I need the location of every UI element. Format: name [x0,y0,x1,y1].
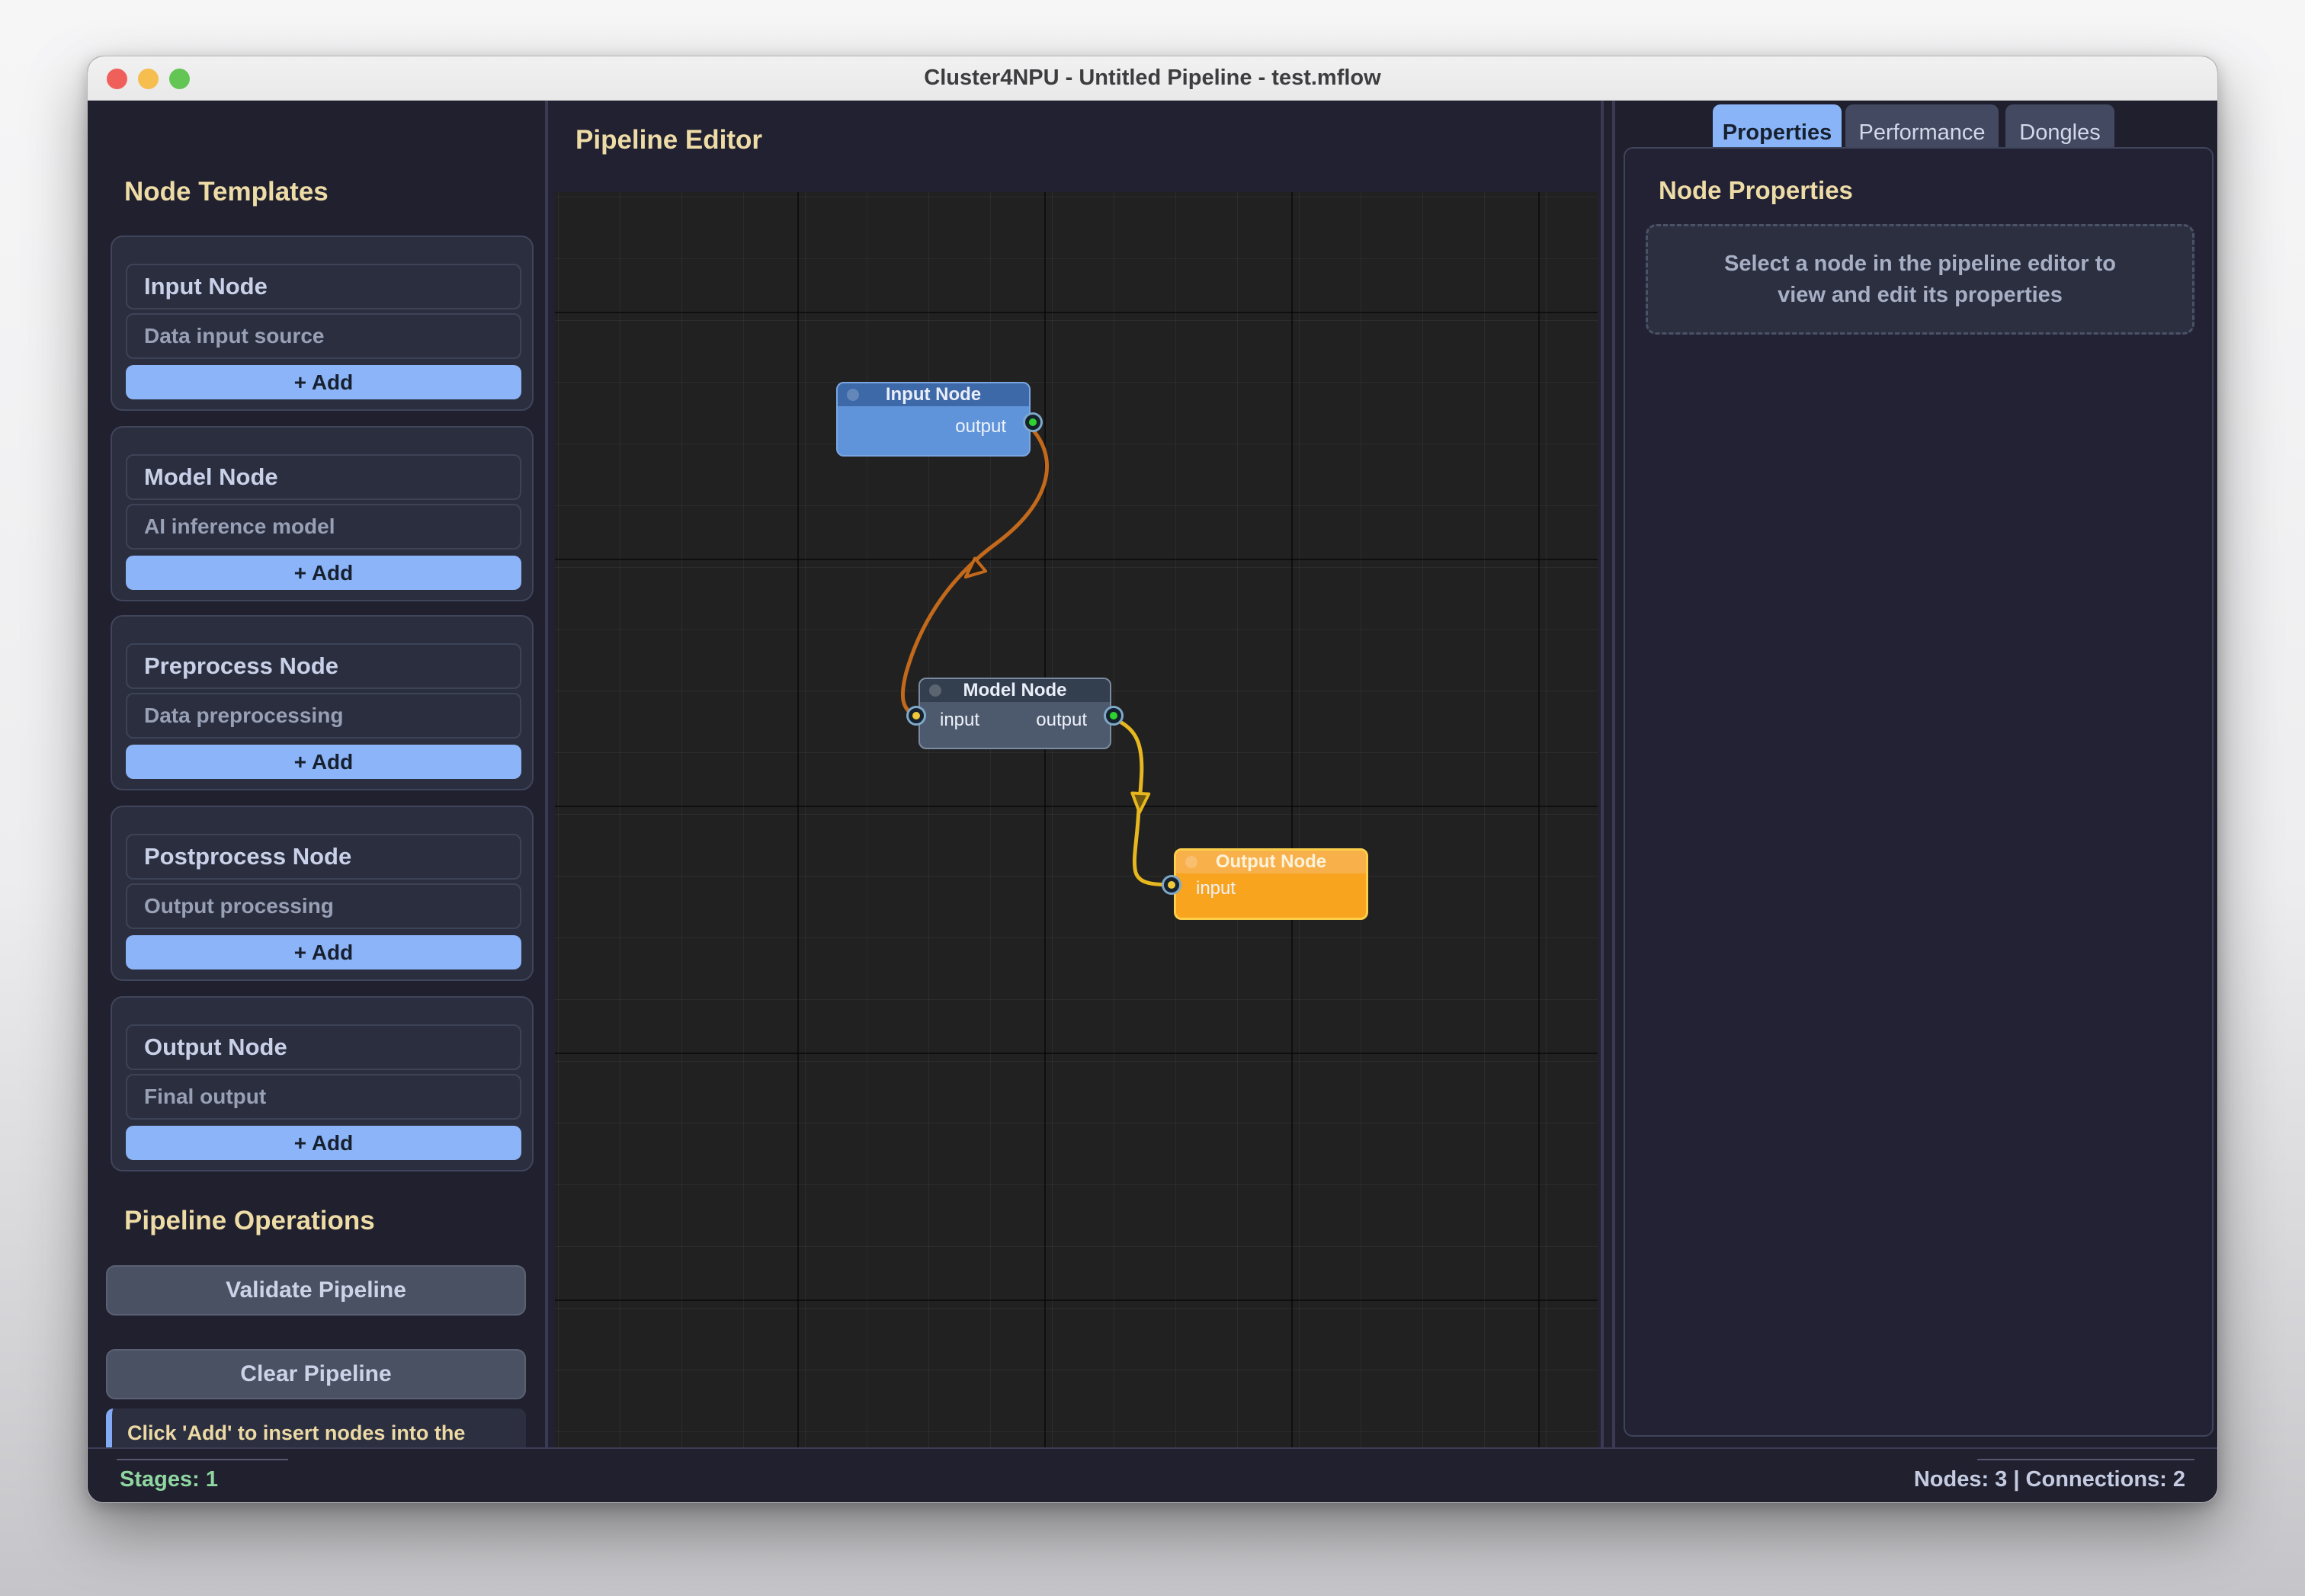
template-description: Final output [126,1074,521,1120]
template-card-postprocess-node: Postprocess Node Output processing + Add [111,806,534,981]
close-button[interactable] [107,69,127,89]
app-window: Cluster4NPU - Untitled Pipeline - test.m… [87,56,2218,1503]
minimize-button[interactable] [138,69,159,89]
input-port-label: input [1196,878,1236,899]
clear-pipeline-button[interactable]: Clear Pipeline [106,1349,526,1399]
template-name: Preprocess Node [126,643,521,689]
node-header: Model Node [920,679,1110,702]
canvas-node-output[interactable]: Output Node input [1174,848,1368,920]
node-templates-sidebar: Node Templates Input Node Data input sou… [88,101,545,1447]
node-status-dot-icon [929,684,941,697]
pipeline-editor-section: Pipeline Editor Input Node output [548,101,1601,1447]
template-name: Input Node [126,264,521,309]
right-panel: Properties Performance Dongles Node Prop… [1615,101,2217,1447]
node-status-dot-icon [1185,856,1197,868]
title-bar[interactable]: Cluster4NPU - Untitled Pipeline - test.m… [88,56,2217,101]
template-description: AI inference model [126,504,521,550]
output-port-label: output [955,416,1006,437]
window-title: Cluster4NPU - Untitled Pipeline - test.m… [924,66,1380,91]
add-postprocess-node-button[interactable]: + Add [126,935,521,969]
input-port-label: input [940,710,979,731]
node-title: Model Node [963,680,1067,701]
traffic-lights [107,69,190,89]
template-name: Output Node [126,1024,521,1070]
output-port-label: output [1036,710,1087,731]
canvas-node-input[interactable]: Input Node output [836,382,1031,457]
node-title: Input Node [886,384,981,405]
status-bar: Stages: 1 Nodes: 3 | Connections: 2 [88,1447,2217,1502]
status-divider-left [117,1459,288,1460]
template-description: Data input source [126,313,521,359]
input-port[interactable] [909,708,924,723]
node-properties-panel: Node Properties Select a node in the pip… [1624,147,2214,1437]
edge-arrow-yellow [1131,793,1149,812]
node-templates-heading: Node Templates [124,177,329,207]
pipeline-editor-heading: Pipeline Editor [575,125,762,155]
add-model-node-button[interactable]: + Add [126,556,521,590]
node-status-dot-icon [847,389,859,401]
add-preprocess-node-button[interactable]: + Add [126,745,521,779]
node-title: Output Node [1216,851,1326,873]
pipeline-canvas[interactable]: Input Node output Model Node input outpu… [555,192,1598,1447]
validate-pipeline-button[interactable]: Validate Pipeline [106,1265,526,1316]
add-output-node-button[interactable]: + Add [126,1126,521,1160]
stages-status: Stages: 1 [120,1467,218,1492]
template-description: Data preprocessing [126,693,521,739]
editor-splitter-line[interactable] [1601,101,1604,1447]
node-header: Input Node [838,383,1029,406]
template-card-input-node: Input Node Data input source + Add [111,236,534,411]
node-properties-placeholder: Select a node in the pipeline editor to … [1646,224,2194,335]
node-header: Output Node [1176,851,1366,873]
connection-edges [555,192,1598,1447]
input-port[interactable] [1164,877,1179,893]
zoom-button[interactable] [169,69,190,89]
output-port[interactable] [1106,708,1121,723]
pipeline-operations-heading: Pipeline Operations [124,1206,375,1236]
template-description: Output processing [126,883,521,929]
canvas-node-model[interactable]: Model Node input output [918,678,1111,749]
output-port[interactable] [1025,415,1040,430]
template-card-output-node: Output Node Final output + Add [111,996,534,1171]
nodes-connections-status: Nodes: 3 | Connections: 2 [1914,1467,2185,1492]
template-card-model-node: Model Node AI inference model + Add [111,426,534,601]
node-properties-heading: Node Properties [1659,176,1853,205]
template-name: Model Node [126,454,521,500]
template-card-preprocess-node: Preprocess Node Data preprocessing + Add [111,615,534,790]
status-divider-right [1977,1459,2194,1460]
template-name: Postprocess Node [126,834,521,880]
add-input-node-button[interactable]: + Add [126,365,521,399]
